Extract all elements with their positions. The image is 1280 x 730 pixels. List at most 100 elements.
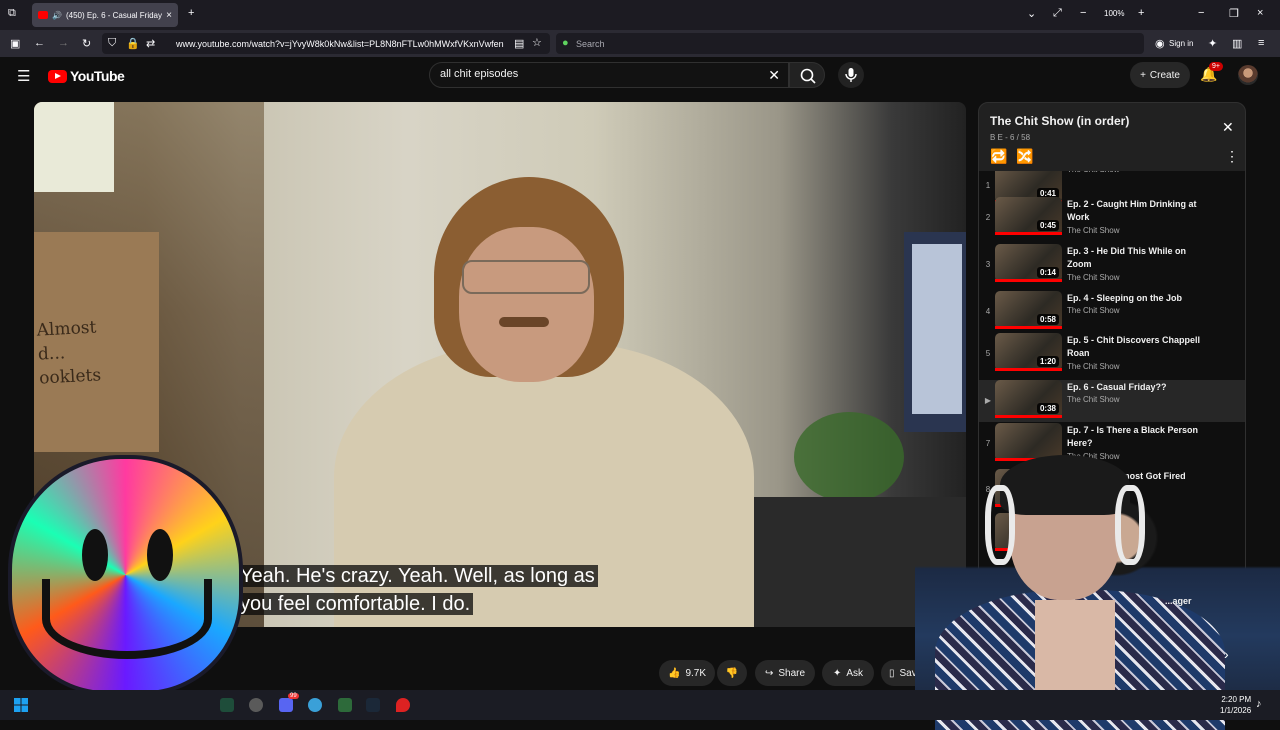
browser-search-bar[interactable]: ● Search: [556, 33, 1144, 54]
playlist-item-channel[interactable]: The Chit Show: [1067, 362, 1119, 371]
reader-view-icon[interactable]: ▤: [514, 37, 524, 50]
bookmark-star-icon[interactable]: ☆: [532, 36, 542, 49]
shield-icon[interactable]: ⛉: [108, 37, 116, 50]
taskbar-clock[interactable]: 2:20 PM 1/1/2026: [1220, 694, 1251, 716]
playlist-thumbnail[interactable]: 0:38: [995, 380, 1062, 418]
playlist-item[interactable]: 4 0:58 Ep. 4 - Sleeping on the Job The Chit…: [979, 291, 1245, 333]
speaker-icon[interactable]: 🔊: [52, 11, 62, 20]
editor-icon[interactable]: [338, 698, 352, 712]
tab-title: (450) Ep. 6 - Casual Friday?? - YouTube: [65, 10, 163, 20]
playlist-item-channel[interactable]: The Chit Show: [1067, 171, 1119, 174]
thumbs-up-icon: 👍: [667, 667, 681, 679]
terminal-icon[interactable]: [220, 698, 234, 712]
playlist-thumbnail[interactable]: 0:58: [995, 291, 1062, 329]
video-scene-plant: [794, 412, 904, 502]
playlist-item-index: 4: [985, 307, 991, 316]
url-bar[interactable]: ⛉ 🔒 ⇄ www.youtube.com/watch?v=jYvyW8k0kN…: [102, 33, 550, 54]
playlist-item[interactable]: 3 0:14 Ep. 3 - He Did This While on Zoom Th…: [979, 244, 1245, 286]
notifications-button[interactable]: 🔔 9+: [1200, 62, 1223, 83]
playlist-item-channel[interactable]: The Chit Show: [1067, 226, 1119, 235]
zoom-out-icon[interactable]: −: [1080, 7, 1086, 19]
fullscreen-icon[interactable]: ⤢: [1053, 7, 1062, 20]
playlist-item[interactable]: ▶ 0:38 Ep. 6 - Casual Friday?? The Chit Sho…: [979, 380, 1245, 422]
notification-center-icon[interactable]: ♪: [1256, 698, 1262, 710]
browser-navbar: ▣ ← → ↻ ⛉ 🔒 ⇄ www.youtube.com/watch?v=jY…: [0, 30, 1280, 69]
url-text[interactable]: www.youtube.com/watch?v=jYvyW8k0kNw&list…: [176, 39, 508, 49]
hamburger-menu-icon[interactable]: ☰: [17, 67, 30, 85]
playlist-item-channel[interactable]: The Chit Show: [1067, 273, 1119, 282]
youtube-logo[interactable]: YouTube: [48, 68, 125, 84]
forward-icon[interactable]: →: [58, 37, 69, 49]
create-button[interactable]: + Create: [1130, 62, 1190, 88]
discord-icon[interactable]: [279, 698, 293, 712]
search-icon: [800, 68, 816, 84]
search-engine-icon[interactable]: ●: [562, 37, 569, 49]
close-tab-icon[interactable]: ×: [166, 10, 172, 21]
avatar[interactable]: [1238, 65, 1258, 85]
minimize-icon[interactable]: −: [1198, 7, 1204, 19]
box-handwriting: Almost d... ooklets: [36, 317, 102, 389]
playlist-thumbnail[interactable]: 0:45: [995, 197, 1062, 235]
permissions-icon[interactable]: ⇄: [146, 37, 155, 50]
like-button[interactable]: 👍 9.7K: [659, 660, 715, 686]
extensions-icon[interactable]: ✦: [1208, 37, 1217, 50]
chevron-right-icon[interactable]: ›: [1224, 646, 1229, 662]
playlist-item-channel[interactable]: The Chit Show: [1067, 306, 1119, 315]
playlist-item-title[interactable]: Ep. 5 - Chit Discovers Chappell Roan: [1067, 334, 1207, 360]
search-input[interactable]: [440, 68, 760, 80]
browser-tab[interactable]: 🔊 (450) Ep. 6 - Casual Friday?? - YouTub…: [32, 3, 178, 27]
bookmark-icon: ▯: [889, 667, 895, 679]
video-scene-window: [34, 102, 114, 192]
playlist-thumbnail[interactable]: 1:20: [995, 333, 1062, 371]
playlist-item-partial: ...ager: [1165, 596, 1192, 606]
voice-search-button[interactable]: [838, 62, 864, 88]
like-count: 9.7K: [685, 667, 707, 679]
back-icon[interactable]: ←: [34, 37, 45, 49]
tab-list-icon[interactable]: ⧉: [8, 7, 16, 20]
github-icon[interactable]: [249, 698, 263, 712]
playlist-item-title[interactable]: Ep. 4 - Sleeping on the Job: [1067, 292, 1207, 305]
close-window-icon[interactable]: ×: [1257, 7, 1263, 19]
clear-search-icon[interactable]: ✕: [768, 67, 780, 84]
reload-icon[interactable]: ↻: [82, 37, 91, 50]
playlist-title[interactable]: The Chit Show (in order): [990, 114, 1129, 128]
browser-app-icon[interactable]: [308, 698, 322, 712]
steam-icon[interactable]: [366, 698, 380, 712]
playlist-item-title[interactable]: Ep. 2 - Caught Him Drinking at Work: [1067, 198, 1207, 224]
lock-icon[interactable]: 🔒: [126, 37, 140, 50]
plus-icon: +: [1140, 69, 1146, 81]
caption-line-2: you feel comfortable. I do.: [237, 593, 474, 615]
menu-icon[interactable]: ≡: [1258, 37, 1264, 49]
playlist-thumbnail[interactable]: 0:14: [995, 244, 1062, 282]
account-icon[interactable]: ◉: [1155, 37, 1165, 50]
windows-start-icon[interactable]: [14, 698, 28, 712]
thumbs-down-icon: 👎: [725, 667, 739, 679]
ask-button[interactable]: ✦ Ask: [822, 660, 874, 686]
youtube-search-box[interactable]: ✕: [429, 62, 789, 88]
sidebar-icon[interactable]: ▣: [10, 37, 20, 50]
playlist-item-title[interactable]: Ep. 3 - He Did This While on Zoom: [1067, 245, 1207, 271]
loop-icon[interactable]: 🔁: [990, 148, 1007, 165]
maps-pin-icon[interactable]: [396, 698, 410, 712]
dislike-button[interactable]: 👎: [717, 660, 747, 686]
new-tab-icon[interactable]: +: [188, 7, 194, 19]
chevron-down-icon[interactable]: ⌄: [1027, 7, 1036, 20]
shuffle-icon[interactable]: 🔀: [1016, 148, 1033, 165]
share-icon: ↪: [764, 667, 774, 679]
restore-icon[interactable]: ❐: [1229, 7, 1239, 20]
logo-text: YouTube: [70, 68, 125, 84]
ask-label: Ask: [846, 667, 864, 679]
addon-icon[interactable]: ▥: [1232, 37, 1242, 50]
zoom-in-icon[interactable]: +: [1138, 7, 1144, 19]
playlist-item-title[interactable]: Ep. 6 - Casual Friday??: [1067, 381, 1207, 394]
playlist-item[interactable]: 5 1:20 Ep. 5 - Chit Discovers Chappell Roa…: [979, 333, 1245, 375]
sign-in-link[interactable]: Sign in: [1169, 39, 1193, 48]
more-options-icon[interactable]: ⋮: [1225, 148, 1239, 165]
search-button[interactable]: [789, 62, 825, 88]
share-button[interactable]: ↪ Share: [755, 660, 815, 686]
playlist-item[interactable]: 2 0:45 Ep. 2 - Caught Him Drinking at Work…: [979, 197, 1245, 239]
zoom-level[interactable]: 100%: [1104, 9, 1124, 18]
close-icon[interactable]: ✕: [1222, 119, 1234, 136]
playlist-item-channel[interactable]: The Chit Show: [1067, 395, 1119, 404]
playlist-item-index: 5: [985, 349, 991, 358]
